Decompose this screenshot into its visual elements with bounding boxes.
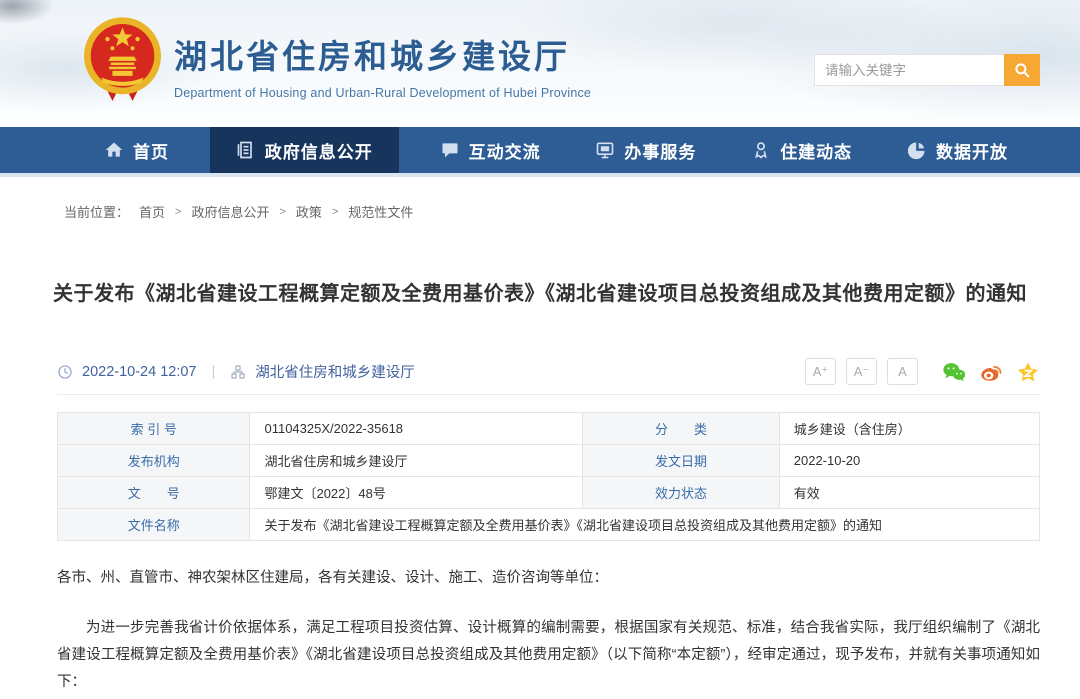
organization-icon xyxy=(230,364,246,380)
index-number-value: 01104325X/2022-35618 xyxy=(250,413,583,445)
national-emblem-logo xyxy=(80,14,165,106)
doc-title-value: 关于发布《湖北省建设工程概算定额及全费用基价表》《湖北省建设项目总投资组成及其他… xyxy=(250,509,1040,541)
qzone-share-icon[interactable] xyxy=(1016,361,1040,383)
nav-item-interaction[interactable]: 互动交流 xyxy=(426,127,555,173)
doc-number-label: 文 号 xyxy=(58,477,250,509)
nav-item-label: 政府信息公开 xyxy=(265,138,373,163)
index-number-label: 索 引 号 xyxy=(58,413,250,445)
clock-icon xyxy=(57,364,73,380)
meta-separator: | xyxy=(212,364,216,380)
nav-item-gov-info[interactable]: 政府信息公开 xyxy=(210,127,399,173)
publish-date: 2022-10-24 12:07 xyxy=(82,364,197,380)
breadcrumb-normative-docs[interactable]: 规范性文件 xyxy=(348,202,413,221)
issuing-agency-label: 发布机构 xyxy=(58,445,250,477)
doc-number-value: 鄂建文〔2022〕48号 xyxy=(250,477,583,509)
category-label: 分 类 xyxy=(583,413,779,445)
doc-title-label: 文件名称 xyxy=(58,509,250,541)
body-paragraph: 为进一步完善我省计价依据体系，满足工程项目投资估算、设计概算的编制需要，根据国家… xyxy=(57,615,1040,696)
issue-date-value: 2022-10-20 xyxy=(779,445,1039,477)
publish-source: 湖北省住房和城乡建设厅 xyxy=(255,361,415,382)
breadcrumb: 当前位置： 首页 > 政府信息公开 > 政策 > 规范性文件 xyxy=(64,202,1080,221)
issuing-agency-value: 湖北省住房和城乡建设厅 xyxy=(250,445,583,477)
font-increase-button[interactable]: A⁺ xyxy=(805,358,836,385)
site-subtitle: Department of Housing and Urban-Rural De… xyxy=(174,86,591,100)
font-decrease-button[interactable]: A⁻ xyxy=(846,358,877,385)
site-header: 湖北省住房和城乡建设厅 Department of Housing and Ur… xyxy=(0,0,1080,127)
pie-icon xyxy=(907,140,927,160)
breadcrumb-gov-info[interactable]: 政府信息公开 xyxy=(191,202,269,221)
breadcrumb-policy[interactable]: 政策 xyxy=(296,202,322,221)
document-info-table: 索 引 号 01104325X/2022-35618 分 类 城乡建设（含住房）… xyxy=(57,412,1040,541)
breadcrumb-label: 当前位置： xyxy=(64,202,129,221)
main-nav: 首页 政府信息公开 互动交流 办事服务 xyxy=(0,127,1080,173)
nav-item-label: 首页 xyxy=(133,138,169,163)
breadcrumb-separator: > xyxy=(332,206,338,218)
nav-item-label: 互动交流 xyxy=(469,138,541,163)
table-row: 文 号 鄂建文〔2022〕48号 效力状态 有效 xyxy=(58,477,1040,509)
person-icon xyxy=(751,140,771,160)
validity-value: 有效 xyxy=(779,477,1039,509)
meta-divider xyxy=(57,394,1040,395)
issue-date-label: 发文日期 xyxy=(583,445,779,477)
nav-bottom-strip xyxy=(0,173,1080,177)
monitor-icon xyxy=(595,140,615,160)
breadcrumb-separator: > xyxy=(175,206,181,218)
nav-item-label: 办事服务 xyxy=(624,138,696,163)
document-icon xyxy=(236,140,256,160)
body-paragraph: 各市、州、直管市、神农架林区住建局，各有关建设、设计、施工、造价咨询等单位： xyxy=(57,565,1040,592)
nav-item-label: 数据开放 xyxy=(936,138,1008,163)
breadcrumb-home[interactable]: 首页 xyxy=(139,202,165,221)
search-button[interactable] xyxy=(1004,54,1040,86)
site-title: 湖北省住房和城乡建设厅 xyxy=(174,30,591,78)
article-title: 关于发布《湖北省建设工程概算定额及全费用基价表》《湖北省建设项目总投资组成及其他… xyxy=(40,277,1040,306)
table-row: 发布机构 湖北省住房和城乡建设厅 发文日期 2022-10-20 xyxy=(58,445,1040,477)
wechat-share-icon[interactable] xyxy=(942,361,966,383)
article-body: 各市、州、直管市、神农架林区住建局，各有关建设、设计、施工、造价咨询等单位： 为… xyxy=(57,565,1040,696)
search-input[interactable] xyxy=(814,54,1004,86)
nav-item-services[interactable]: 办事服务 xyxy=(581,127,710,173)
article-meta: 2022-10-24 12:07 | 湖北省住房和城乡建设厅 A⁺ A⁻ A xyxy=(57,358,1040,385)
nav-item-open-data[interactable]: 数据开放 xyxy=(893,127,1022,173)
nav-item-label: 住建动态 xyxy=(780,138,852,163)
font-reset-button[interactable]: A xyxy=(887,358,918,385)
category-value: 城乡建设（含住房） xyxy=(779,413,1039,445)
validity-label: 效力状态 xyxy=(583,477,779,509)
nav-item-news[interactable]: 住建动态 xyxy=(737,127,866,173)
chat-icon xyxy=(440,140,460,160)
table-row: 索 引 号 01104325X/2022-35618 分 类 城乡建设（含住房） xyxy=(58,413,1040,445)
search-bar xyxy=(814,54,1040,86)
weibo-share-icon[interactable] xyxy=(979,361,1003,383)
breadcrumb-separator: > xyxy=(279,206,285,218)
table-row: 文件名称 关于发布《湖北省建设工程概算定额及全费用基价表》《湖北省建设项目总投资… xyxy=(58,509,1040,541)
search-icon xyxy=(1013,61,1031,79)
home-icon xyxy=(104,140,124,160)
nav-item-home[interactable]: 首页 xyxy=(90,127,183,173)
